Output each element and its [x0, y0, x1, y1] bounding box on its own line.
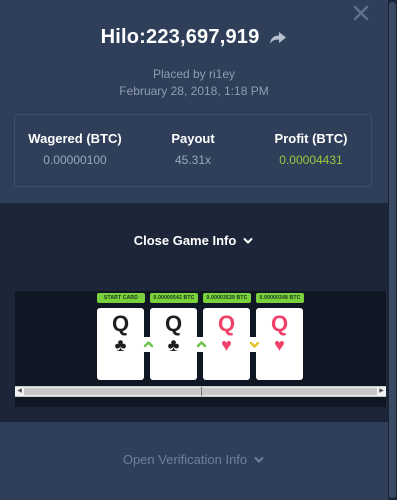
- club-suit-icon: ♣: [114, 335, 127, 355]
- payout-value: 45.31x: [174, 153, 212, 167]
- open-verification-toggle[interactable]: Open Verification Info: [0, 452, 388, 467]
- card-badge: 0.00003539 BTC: [203, 293, 251, 303]
- bet-title: Hilo:223,697,919: [100, 26, 260, 48]
- bet-stats-panel: Wagered (BTC) 0.00000100 Payout 45.31x P…: [14, 114, 372, 187]
- close-icon[interactable]: [350, 2, 372, 24]
- card-rank: Q: [270, 311, 289, 336]
- card-badge: 0.00000542 BTC: [150, 293, 198, 303]
- share-icon[interactable]: [269, 29, 287, 47]
- playing-card: Q ♥: [256, 308, 303, 380]
- vertical-scrollbar-thumb[interactable]: [389, 2, 396, 498]
- playing-card: Q ♣: [97, 308, 144, 380]
- placed-by-text: Placed by ri1ey: [152, 67, 236, 81]
- club-suit-icon: ♣: [167, 335, 180, 355]
- card-badge: 0.00000348 BTC: [256, 293, 304, 303]
- close-game-info-toggle[interactable]: Close Game Info: [0, 233, 388, 248]
- playing-card: Q ♥: [203, 308, 250, 380]
- card-rank: Q: [217, 311, 236, 336]
- chevron-up-icon: [194, 337, 209, 352]
- chevron-down-icon: [242, 235, 254, 247]
- close-game-info-label: Close Game Info: [133, 233, 237, 248]
- scrollbar-grip: [201, 387, 202, 396]
- horizontal-scrollbar[interactable]: ◀ ▶: [15, 386, 386, 397]
- cards-panel: START CARD 0.00000542 BTC 0.00003539 BTC…: [15, 291, 386, 407]
- wagered-stat: Wagered (BTC) 0.00000100: [15, 131, 135, 167]
- payout-stat: Payout 45.31x: [137, 131, 249, 167]
- card-badge: START CARD: [97, 293, 145, 303]
- playing-card: Q ♣: [150, 308, 197, 380]
- profit-stat: Profit (BTC) 0.00004431: [251, 131, 371, 167]
- profit-label: Profit (BTC): [274, 131, 348, 146]
- card-rank: Q: [164, 311, 183, 336]
- title-row: Hilo:223,697,919: [0, 26, 388, 49]
- open-verification-label: Open Verification Info: [122, 452, 248, 467]
- heart-suit-icon: ♥: [274, 335, 285, 355]
- heart-suit-icon: ♥: [221, 335, 232, 355]
- card-rank: Q: [111, 311, 130, 336]
- chevron-down-icon: [247, 337, 262, 352]
- chevron-up-icon: [141, 337, 156, 352]
- game-info-section: Close Game Info START CARD 0.00000542 BT…: [0, 203, 388, 422]
- scroll-left-icon[interactable]: ◀: [15, 387, 24, 396]
- wagered-label: Wagered (BTC): [28, 131, 122, 146]
- profit-value: 0.00004431: [279, 153, 343, 167]
- scroll-right-icon[interactable]: ▶: [377, 387, 386, 396]
- bet-date: February 28, 2018, 1:18 PM: [119, 84, 269, 98]
- chevron-down-icon: [253, 454, 265, 466]
- payout-label: Payout: [171, 131, 215, 146]
- wagered-value: 0.00000100: [43, 153, 107, 167]
